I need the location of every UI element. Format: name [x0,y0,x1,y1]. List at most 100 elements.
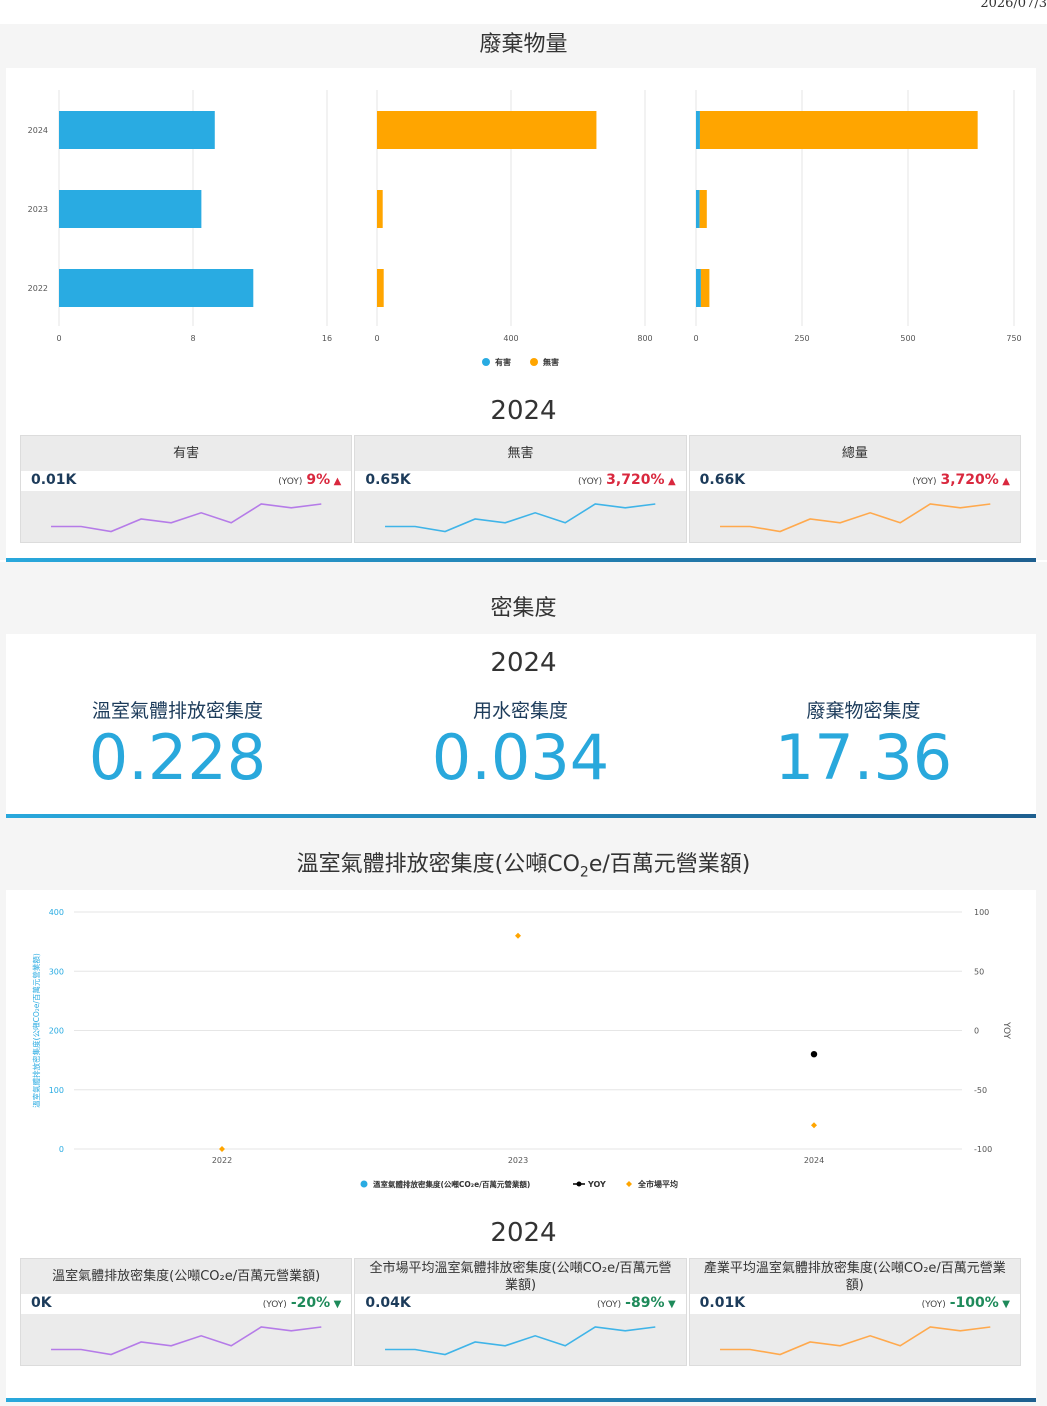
kpi-yoy: (YOY) -20% ▼ [263,1295,342,1311]
density-value: 0.228 [88,721,267,794]
legend-marker [530,358,538,366]
yoy-tag: (YOY) [597,1300,622,1310]
kpi-name: 總量 [841,446,868,461]
arrow-up-icon: ▲ [998,476,1010,487]
density-item: 用水密集度 0.034 [349,696,692,789]
sparkline [51,1326,322,1356]
density-item: 溫室氣體排放密集度 0.228 [6,696,349,789]
kpi-value-bar: 0.04K (YOY) -89% ▼ [355,1294,686,1314]
market-average-point[interactable] [219,1146,225,1152]
y-tick-label: 300 [49,967,64,976]
x-tick-label: 500 [900,334,915,343]
y-tick-label: 200 [49,1027,64,1036]
y-tick-label: 400 [49,908,64,917]
x-tick-label: 0 [374,334,379,343]
y2-tick-label: 50 [974,967,984,976]
yoy-percent: 3,720% [606,472,665,488]
sparkline [385,503,656,533]
kpi-name: 全市場平均溫室氣體排放密集度(公噸CO₂e/百萬元營業額) [369,1260,672,1293]
bar[interactable] [59,269,254,307]
legend-marker [360,1180,368,1188]
kpi-card[interactable]: 溫室氣體排放密集度(公噸CO₂e/百萬元營業額) 0K (YOY) -20% ▼ [20,1258,353,1366]
sparkline-path [51,503,322,533]
ghg-year-title: 2024 [490,1218,557,1248]
sparkline-path [385,1326,656,1356]
kpi-sparkline [355,491,685,543]
kpi-yoy: (YOY) 3,720% ▲ [912,472,1010,488]
kpi-sparkline [355,1314,685,1366]
ghg-intensity-chart: 0 100 200 300 400 100 50 0 -50 -100 2022 2023 2024 溫室… [31,908,1011,1189]
market-average-point[interactable] [515,932,521,939]
sparkline-path [385,503,656,533]
bar[interactable] [377,190,383,228]
ghg-section-title: 溫室氣體排放密集度(公噸CO2e/百萬元營業額) [296,852,751,881]
kpi-sparkline [690,491,1020,543]
legend-marker [482,358,490,366]
legend-label[interactable]: 無害 [543,357,559,367]
kpi-card[interactable]: 無害 0.65K (YOY) 3,720% ▲ [354,435,687,543]
density-label: 用水密集度 [472,700,568,722]
sparkline [51,503,322,533]
kpi-value: 0.65K [365,472,411,488]
kpi-sparkline [21,1314,351,1366]
sparkline [719,503,991,533]
kpi-name: 溫室氣體排放密集度(公噸CO₂e/百萬元營業額) [52,1269,321,1284]
bar[interactable] [699,190,707,228]
legend-label[interactable]: 溫室氣體排放密集度(公噸CO₂e/百萬元營業額) [373,1179,530,1189]
kpi-card[interactable]: 產業平均溫室氣體排放密集度(公噸CO₂e/百萬元營業額) 0.01K (YOY) -1… [688,1258,1021,1366]
density-value: 17.36 [774,721,953,794]
yoy-percent: -100% [949,1295,999,1311]
bar[interactable] [700,269,710,307]
bar[interactable] [59,190,202,228]
yoy-tag: (YOY) [278,477,303,487]
kpi-value: 0.04K [365,1295,411,1311]
yoy-percent: 9% [306,472,331,488]
y-axis-label: 溫室氣體排放密集度(公噸CO₂e/百萬元營業額) [31,953,41,1108]
density-label: 廢棄物密集度 [806,700,921,722]
kpi-value: 0K [31,1295,52,1311]
legend-marker [626,1181,632,1187]
kpi-card[interactable]: 全市場平均溫室氣體排放密集度(公噸CO₂e/百萬元營業額) 0.04K (YOY) -… [354,1258,687,1366]
legend-label[interactable]: YOY [587,1180,606,1189]
kpi-value-bar: 0K (YOY) -20% ▼ [21,1294,352,1314]
bar[interactable] [696,269,701,307]
yoy-tag: (YOY) [262,1300,287,1310]
x-tick-label: 2022 [212,1156,232,1165]
waste-kpi-row: 有害 0.01K (YOY) 9% ▲ 無害 0.65K (YOY) 3,720% ▲ 總量 0.… [20,435,1021,543]
kpi-yoy: (YOY) -100% ▼ [922,1295,1010,1311]
x-tick-label: 750 [1006,334,1021,343]
kpi-card[interactable]: 有害 0.01K (YOY) 9% ▲ [20,435,353,543]
kpi-name: 無害 [507,446,534,461]
kpi-value: 0.01K [699,1295,746,1311]
yoy-point[interactable] [810,1051,818,1058]
arrow-up-icon: ▲ [330,476,342,487]
bar[interactable] [696,111,700,149]
kpi-sparkline [690,1314,1020,1366]
bar[interactable] [377,269,384,307]
yoy-tag: (YOY) [921,1300,946,1310]
kpi-value-bar: 0.65K (YOY) 3,720% ▲ [355,471,686,491]
x-tick-label: 8 [190,334,195,343]
density-year-title: 2024 [490,648,557,678]
bar[interactable] [696,190,700,228]
sparkline [385,1326,656,1356]
legend-label[interactable]: 有害 [495,357,511,367]
x-tick-label: 800 [637,334,652,343]
legend-label[interactable]: 全市場平均 [637,1179,678,1189]
density-item: 廢棄物密集度 17.36 [692,696,1035,789]
y2-tick-label: -100 [974,1145,992,1154]
kpi-card[interactable]: 總量 0.66K (YOY) 3,720% ▲ [688,435,1021,543]
arrow-down-icon: ▼ [998,1299,1010,1310]
x-tick-label: 2023 [508,1156,528,1165]
market-average-point[interactable] [811,1122,817,1129]
x-tick-label: 0 [56,334,61,343]
kpi-value-bar: 0.01K (YOY) 9% ▲ [21,471,352,491]
y2-axis-label: YOY [1001,1021,1011,1040]
kpi-name: 產業平均溫室氣體排放密集度(公噸CO₂e/百萬元營業額) [703,1260,1006,1293]
bar[interactable] [699,111,978,149]
sparkline [719,1326,991,1356]
ghg-kpi-row: 溫室氣體排放密集度(公噸CO₂e/百萬元營業額) 0K (YOY) -20% ▼ 全市場… [20,1258,1021,1366]
bar[interactable] [59,111,215,149]
bar[interactable] [377,111,597,149]
y2-tick-label: 100 [974,908,989,917]
